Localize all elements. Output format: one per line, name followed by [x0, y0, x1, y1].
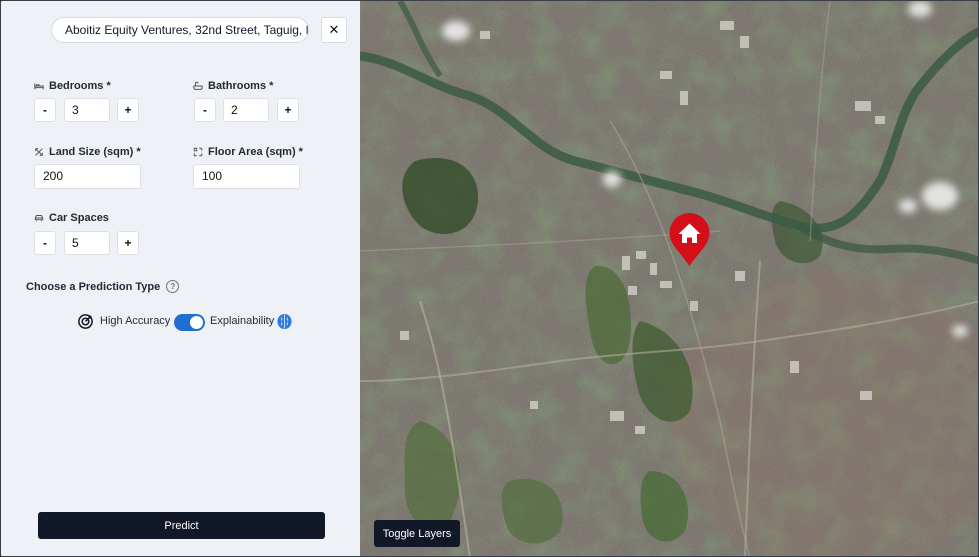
prediction-type-label: Choose a Prediction Type ?: [26, 280, 180, 293]
form-panel: Aboitiz Equity Ventures, 32nd Street, Ta…: [1, 1, 360, 556]
satellite-map[interactable]: [360, 1, 978, 556]
toggle-layers-button[interactable]: Toggle Layers: [374, 520, 460, 547]
bathrooms-label: Bathrooms *: [193, 80, 273, 92]
bathrooms-label-text: Bathrooms *: [208, 80, 274, 92]
car-icon: [34, 215, 44, 221]
land-size-label: Land Size (sqm) *: [34, 146, 141, 158]
car-spaces-label-text: Car Spaces: [49, 212, 109, 224]
land-size-input[interactable]: 200: [34, 164, 141, 189]
bedrooms-decrement-button[interactable]: -: [34, 98, 56, 122]
land-icon: [35, 148, 43, 156]
prediction-type-label-text: Choose a Prediction Type: [26, 280, 161, 293]
bathrooms-input[interactable]: 2: [223, 98, 269, 122]
bedrooms-label: Bedrooms *: [34, 80, 111, 92]
bath-icon: [193, 81, 203, 90]
floor-area-icon: [193, 147, 203, 157]
close-icon: ✕: [328, 22, 340, 37]
bed-icon: [34, 83, 44, 90]
floor-area-input[interactable]: 100: [193, 164, 300, 189]
prediction-type-switch[interactable]: [174, 314, 205, 331]
prediction-type-toggle-row: High Accuracy Explainability: [77, 312, 297, 332]
home-marker-icon[interactable]: [668, 212, 711, 267]
bathrooms-decrement-button[interactable]: -: [194, 98, 216, 122]
address-search-input[interactable]: Aboitiz Equity Ventures, 32nd Street, Ta…: [51, 17, 309, 43]
satellite-imagery: [360, 1, 978, 556]
floor-area-label-text: Floor Area (sqm) *: [208, 146, 303, 158]
predict-button[interactable]: Predict: [38, 512, 325, 539]
switch-knob: [190, 316, 203, 329]
car-spaces-label: Car Spaces: [34, 212, 109, 224]
bathrooms-increment-button[interactable]: +: [277, 98, 299, 122]
explainability-option[interactable]: Explainability: [210, 315, 274, 327]
brain-icon: [277, 313, 292, 330]
floor-area-label: Floor Area (sqm) *: [193, 146, 303, 158]
high-accuracy-option[interactable]: High Accuracy: [100, 315, 170, 327]
help-icon[interactable]: ?: [166, 280, 180, 293]
bedrooms-label-text: Bedrooms *: [49, 80, 111, 92]
car-spaces-decrement-button[interactable]: -: [34, 231, 56, 255]
clear-search-button[interactable]: ✕: [321, 17, 347, 43]
land-size-label-text: Land Size (sqm) *: [49, 146, 141, 158]
bedrooms-input[interactable]: 3: [64, 98, 110, 122]
car-spaces-input[interactable]: 5: [64, 231, 110, 255]
app-window: Aboitiz Equity Ventures, 32nd Street, Ta…: [0, 0, 979, 557]
car-spaces-increment-button[interactable]: +: [117, 231, 139, 255]
target-icon: [78, 314, 93, 329]
bedrooms-increment-button[interactable]: +: [117, 98, 139, 122]
